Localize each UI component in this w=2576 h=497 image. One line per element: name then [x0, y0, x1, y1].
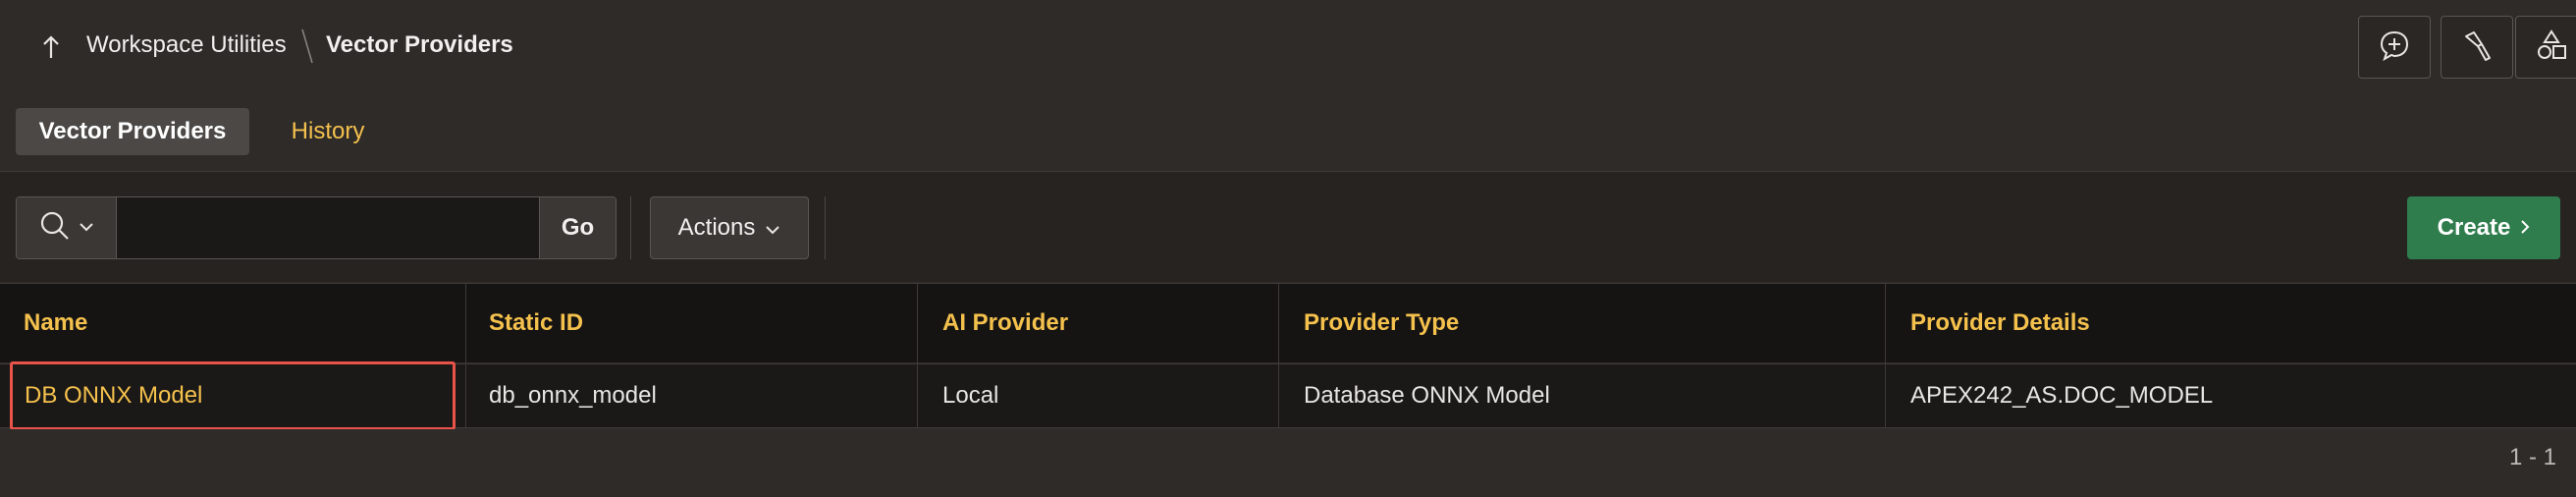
feedback-button[interactable] [2358, 16, 2431, 79]
column-divider [1885, 284, 1886, 428]
column-header-name[interactable]: Name [24, 284, 87, 362]
cell-static-id: db_onnx_model [489, 382, 657, 409]
go-button[interactable]: Go [539, 197, 616, 258]
column-divider [1278, 284, 1279, 428]
search-icon [39, 210, 71, 247]
column-header-provider-details[interactable]: Provider Details [1910, 284, 2090, 362]
chat-plus-icon [2378, 28, 2411, 67]
cell-ai-provider: Local [942, 382, 999, 409]
cell-provider-type: Database ONNX Model [1304, 382, 1550, 409]
actions-label: Actions [677, 214, 756, 241]
breadcrumb-separator [301, 28, 313, 64]
column-divider [465, 284, 466, 428]
column-divider [917, 284, 918, 428]
column-header-ai-provider[interactable]: AI Provider [942, 284, 1068, 362]
shared-components-button[interactable] [2515, 16, 2576, 79]
column-header-provider-type[interactable]: Provider Type [1304, 284, 1459, 362]
cell-name-link[interactable]: DB ONNX Model [10, 361, 456, 430]
breadcrumb-workspace-utilities[interactable]: Workspace Utilities [86, 31, 287, 59]
search-bar: Go [16, 196, 617, 259]
chevron-down-icon [765, 214, 780, 242]
page-title: Vector Providers [326, 31, 513, 58]
chevron-down-icon [79, 219, 94, 237]
column-header-static-id[interactable]: Static ID [489, 284, 583, 362]
tab-vector-providers[interactable]: Vector Providers [16, 108, 249, 155]
create-button[interactable]: Create [2407, 196, 2560, 259]
report-footer [0, 429, 2576, 497]
tab-history[interactable]: History [277, 108, 379, 155]
cell-provider-details: APEX242_AS.DOC_MODEL [1910, 382, 2214, 409]
chevron-right-icon [2520, 214, 2530, 242]
create-label: Create [2437, 214, 2511, 241]
search-input[interactable] [117, 197, 539, 258]
page-header: Workspace Utilities Vector Providers [0, 0, 2576, 98]
actions-menu-button[interactable]: Actions [650, 196, 809, 259]
shapes-icon [2535, 28, 2568, 67]
flashlight-icon [2460, 28, 2494, 67]
page-info-button[interactable] [2441, 16, 2513, 79]
toolbar-separator [825, 196, 826, 259]
toolbar-separator [630, 196, 631, 259]
up-arrow-icon[interactable] [37, 29, 65, 65]
search-column-menu-button[interactable] [17, 197, 117, 258]
table-header: Name Static ID AI Provider Provider Type… [0, 284, 2576, 362]
pagination-info: 1 - 1 [2508, 444, 2556, 470]
